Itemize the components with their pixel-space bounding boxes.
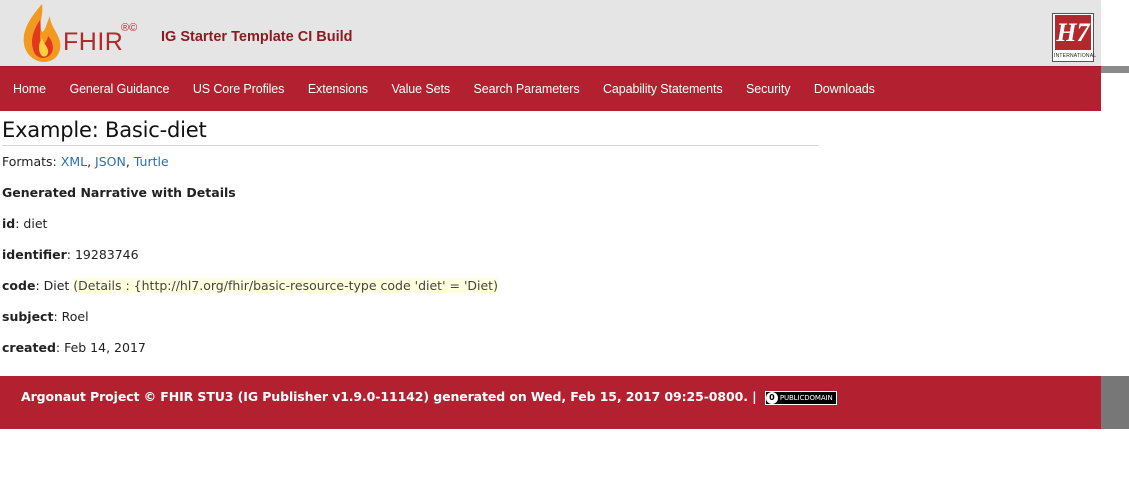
nav-item-general-guidance[interactable]: General Guidance [69,82,169,96]
nav-item-capability-statements[interactable]: Capability Statements [603,82,723,96]
field-created-label: created [2,340,56,355]
nav-item-us-core-profiles[interactable]: US Core Profiles [193,82,285,96]
public-domain-label: PUBLICDOMAIN [779,393,833,402]
field-code-value: : Diet [35,278,74,293]
format-xml-link[interactable]: XML [61,154,87,169]
footer-text-line: Argonaut Project © FHIR STU3 (IG Publish… [21,389,837,405]
hl7-mark: H7 [1055,15,1091,50]
header-edge [1101,0,1129,66]
field-created-value: : Feb 14, 2017 [55,340,146,355]
logo-text: FHIR [63,28,124,56]
hl7-logo[interactable]: H7 INTERNATIONAL [1052,13,1097,62]
site-header: FHIR ®© IG Starter Template CI Build H7 … [0,0,1101,66]
trademark-marks: ®© [121,22,138,34]
fhir-logo[interactable]: FHIR ®© [20,2,160,64]
field-id-label: id [2,216,16,231]
hl7-international-label: INTERNATIONAL [1054,53,1097,59]
nav-item-downloads[interactable]: Downloads [814,82,875,96]
nav-item-value-sets[interactable]: Value Sets [391,82,450,96]
site-title[interactable]: IG Starter Template CI Build [161,29,353,45]
narrative-title: Generated Narrative with Details [2,185,236,200]
field-code: code: Diet (Details : {http://hl7.org/fh… [2,278,822,294]
formats-label: Formats: [2,154,61,169]
flame-icon [23,4,61,62]
code-details: (Details : {http://hl7.org/fhir/basic-re… [73,278,498,293]
footer-copyright: Argonaut Project © FHIR STU3 (IG Publish… [21,389,757,404]
field-code-label: code [2,278,36,293]
nav-item-security[interactable]: Security [746,82,790,96]
field-subject-value: : Roel [53,309,89,324]
page-title: Example: Basic-diet [2,118,819,146]
field-subject-label: subject [2,309,54,324]
nav-item-search-parameters[interactable]: Search Parameters [474,82,580,96]
field-created: created: Feb 14, 2017 [2,340,822,356]
field-subject: subject: Roel [2,309,822,325]
format-json-link[interactable]: JSON [95,154,126,169]
field-identifier-label: identifier [2,247,67,262]
footer-edge [1101,376,1129,429]
nav-item-extensions[interactable]: Extensions [308,82,368,96]
field-id: id: diet [2,216,822,232]
format-turtle-link[interactable]: Turtle [134,154,169,169]
main-content: Example: Basic-diet Formats: XML, JSON, … [2,118,822,356]
nav-edge [1101,66,1129,73]
field-identifier-value: : 19283746 [66,247,139,262]
field-id-value: : diet [15,216,48,231]
nav-list: Home General Guidance US Core Profiles E… [0,67,1101,110]
site-footer: Argonaut Project © FHIR STU3 (IG Publish… [0,376,1101,429]
public-domain-badge[interactable]: 0 PUBLICDOMAIN [764,390,837,405]
nav-item-home[interactable]: Home [13,82,46,96]
field-identifier: identifier: 19283746 [2,247,822,263]
main-nav: Home General Guidance US Core Profiles E… [0,66,1101,111]
formats-line: Formats: XML, JSON, Turtle [2,154,169,169]
public-domain-icon: 0 [765,391,778,404]
